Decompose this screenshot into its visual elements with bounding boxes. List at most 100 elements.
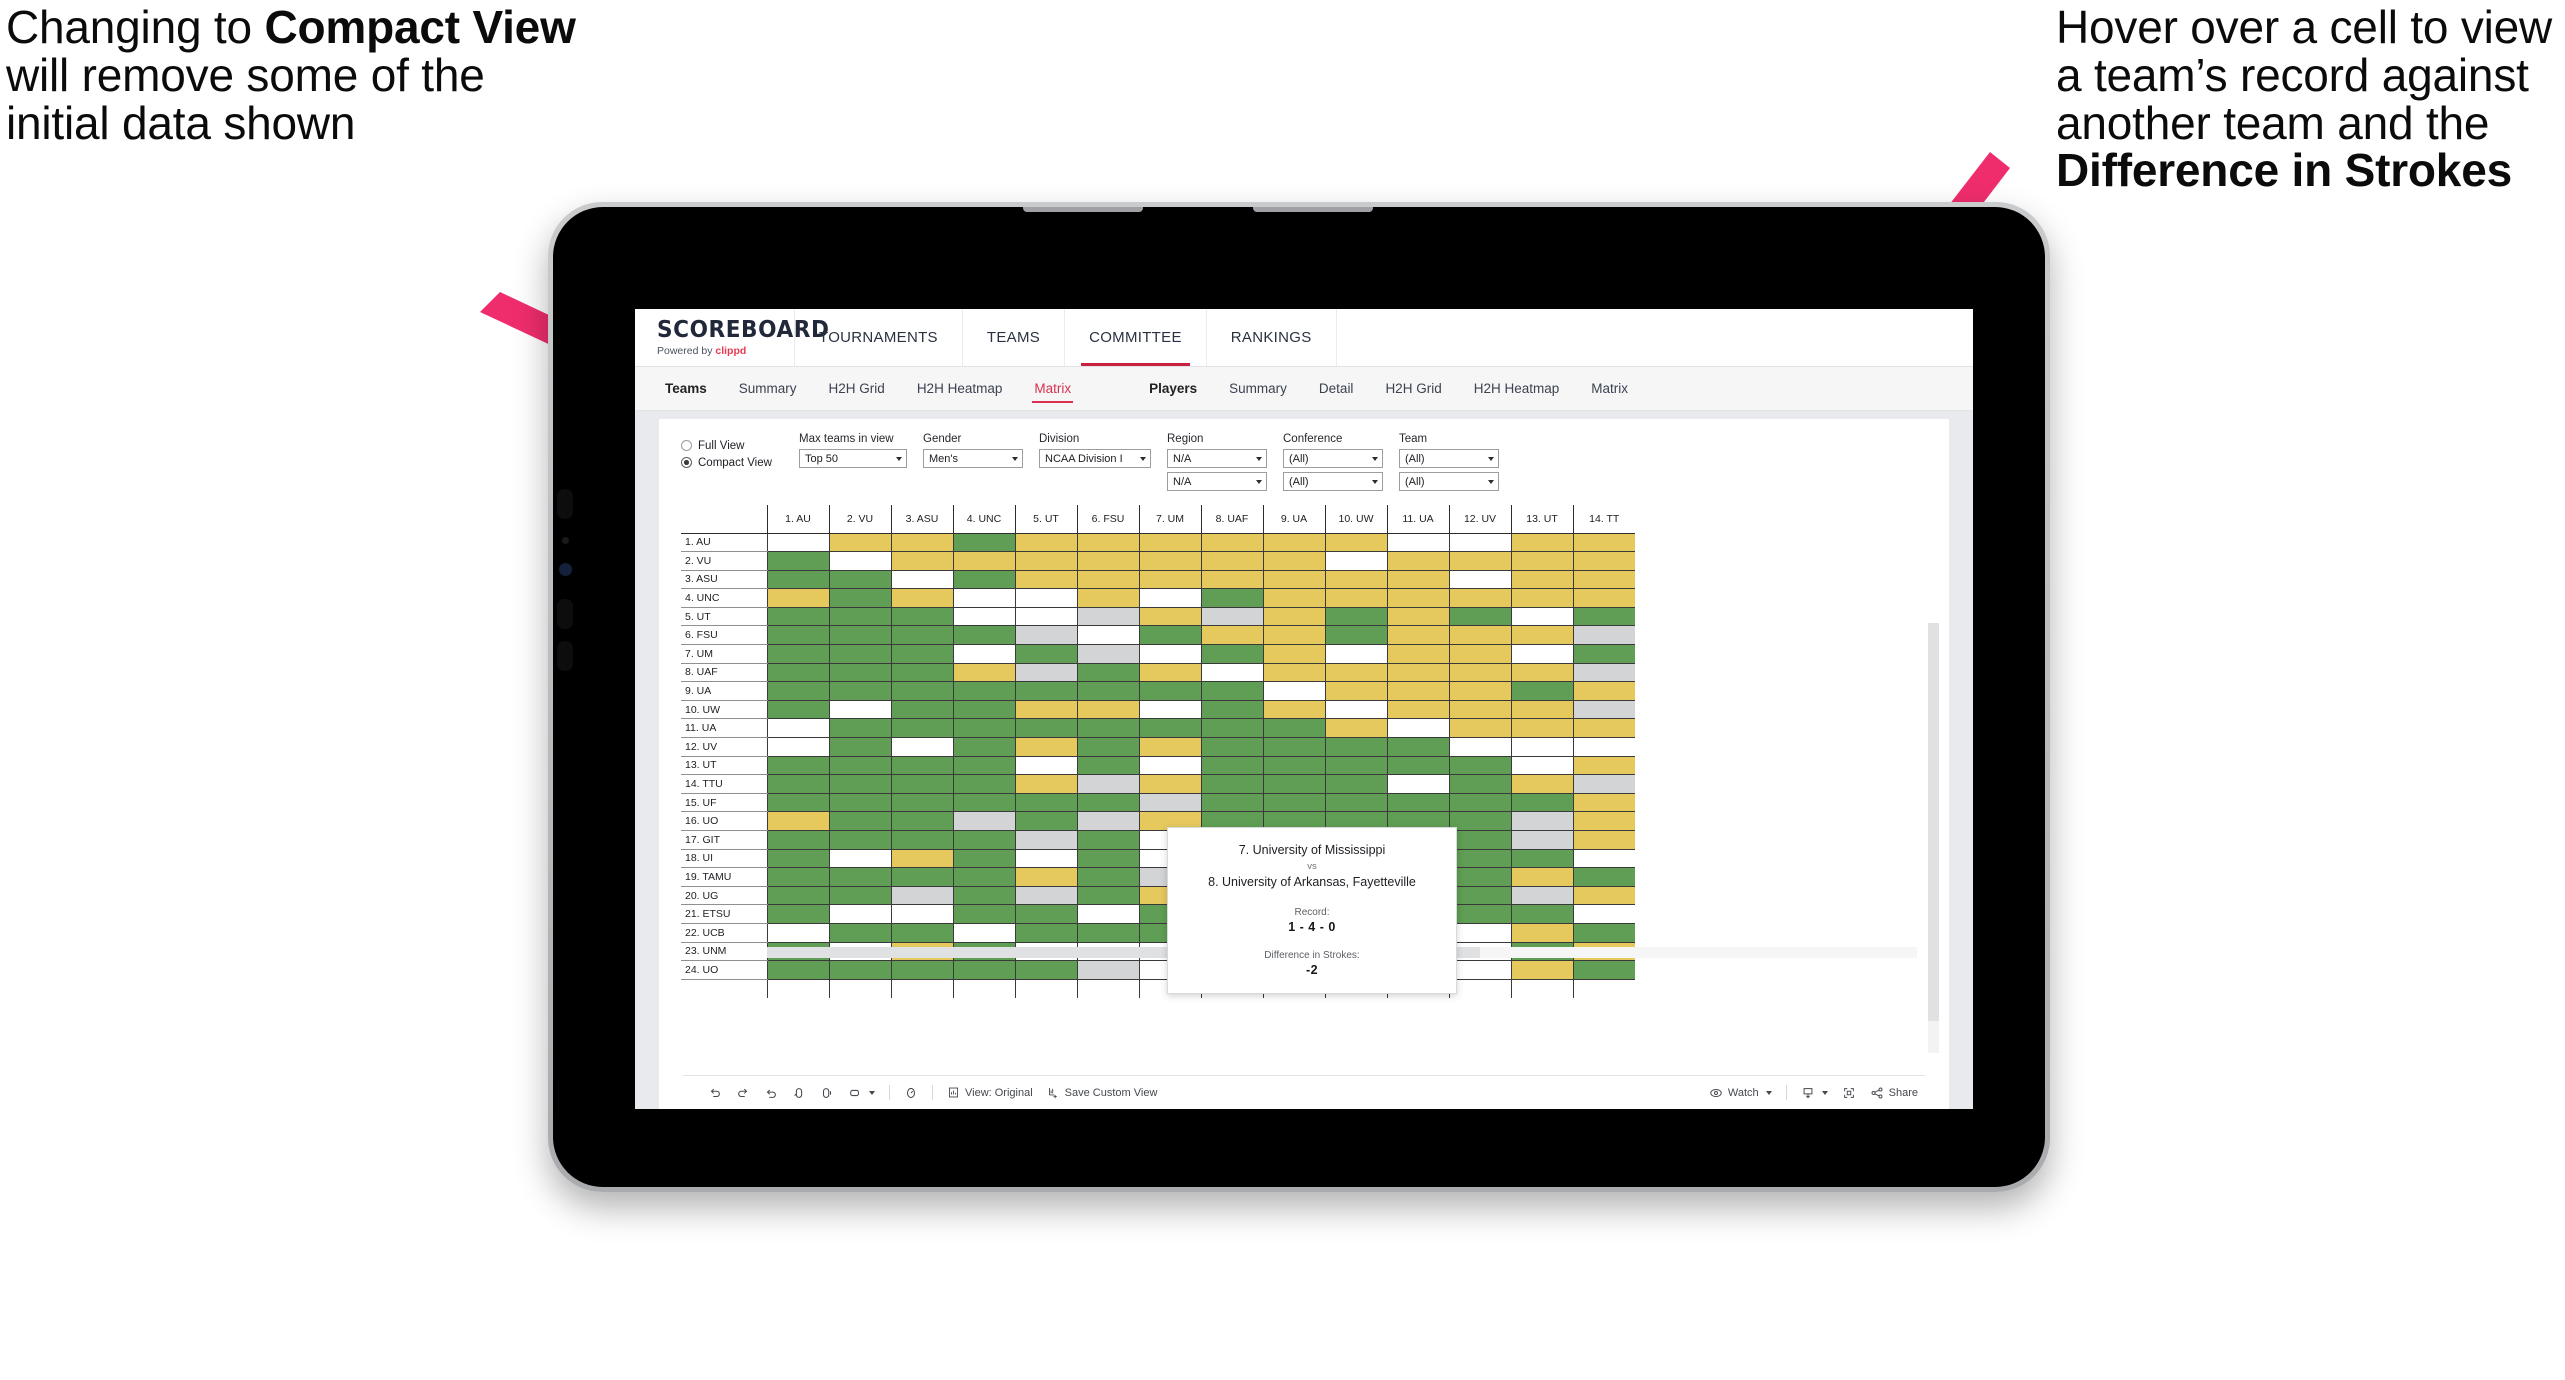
matrix-cell-10-4[interactable] bbox=[1014, 718, 1077, 739]
matrix-cell-20-2[interactable] bbox=[890, 904, 953, 924]
matrix-cell-1-4[interactable] bbox=[1014, 551, 1077, 571]
matrix-cell-11-8[interactable] bbox=[1262, 737, 1325, 757]
matrix-cell-20-1[interactable] bbox=[828, 904, 891, 924]
matrix-cell-12-3[interactable] bbox=[952, 756, 1015, 776]
matrix-cell-8-10[interactable] bbox=[1386, 681, 1449, 701]
matrix-cell-2-5[interactable] bbox=[1076, 570, 1139, 590]
matrix-cell-11-5[interactable] bbox=[1076, 737, 1139, 757]
matrix-row-header-11[interactable]: 12. UV bbox=[681, 737, 767, 757]
matrix-cell-21-3[interactable] bbox=[952, 923, 1015, 943]
matrix-cell-0-0[interactable] bbox=[766, 533, 829, 553]
matrix-cell-20-12[interactable] bbox=[1510, 904, 1573, 924]
matrix-cell-12-10[interactable] bbox=[1386, 756, 1449, 776]
matrix-col-header-13[interactable]: 14. TT bbox=[1572, 505, 1635, 534]
vertical-scrollbar-thumb[interactable] bbox=[1928, 623, 1939, 1021]
matrix-cell-20-0[interactable] bbox=[766, 904, 829, 924]
matrix-cell-20-3[interactable] bbox=[952, 904, 1015, 924]
matrix-row-header-10[interactable]: 11. UA bbox=[681, 718, 767, 739]
matrix-cell-2-6[interactable] bbox=[1138, 570, 1201, 590]
matrix-cell-23-12[interactable] bbox=[1510, 960, 1573, 980]
matrix-cell-11-0[interactable] bbox=[766, 737, 829, 757]
matrix-cell-9-13[interactable] bbox=[1572, 700, 1635, 720]
matrix-cell-10-6[interactable] bbox=[1138, 718, 1201, 739]
matrix-col-header-6[interactable]: 7. UM bbox=[1138, 505, 1201, 534]
matrix-cell-4-6[interactable] bbox=[1138, 607, 1201, 627]
matrix-cell-12-8[interactable] bbox=[1262, 756, 1325, 776]
tab-teams-h2h-heatmap[interactable]: H2H Heatmap bbox=[901, 367, 1019, 411]
matrix-cell-6-6[interactable] bbox=[1138, 644, 1201, 664]
matrix-cell-9-2[interactable] bbox=[890, 700, 953, 720]
matrix-row-header-1[interactable]: 2. VU bbox=[681, 551, 767, 571]
fullscreen-button[interactable] bbox=[1835, 1076, 1863, 1110]
matrix-cell-5-6[interactable] bbox=[1138, 625, 1201, 646]
matrix-cell-0-5[interactable] bbox=[1076, 533, 1139, 553]
filter-division-select[interactable]: NCAA Division I bbox=[1039, 449, 1151, 468]
matrix-col-header-10[interactable]: 11. UA bbox=[1386, 505, 1449, 534]
matrix-cell-13-7[interactable] bbox=[1200, 774, 1263, 794]
nav-rankings[interactable]: RANKINGS bbox=[1207, 309, 1337, 366]
matrix-cell-21-1[interactable] bbox=[828, 923, 891, 943]
matrix-row-header-5[interactable]: 6. FSU bbox=[681, 625, 767, 646]
matrix-cell-11-12[interactable] bbox=[1510, 737, 1573, 757]
matrix-cell-1-9[interactable] bbox=[1324, 551, 1387, 571]
matrix-cell-0-3[interactable] bbox=[952, 533, 1015, 553]
matrix-cell-13-4[interactable] bbox=[1014, 774, 1077, 794]
matrix-cell-14-3[interactable] bbox=[952, 793, 1015, 813]
matrix-row-header-8[interactable]: 9. UA bbox=[681, 681, 767, 701]
matrix-cell-9-9[interactable] bbox=[1324, 700, 1387, 720]
matrix-cell-19-1[interactable] bbox=[828, 886, 891, 906]
matrix-cell-12-7[interactable] bbox=[1200, 756, 1263, 776]
matrix-row-header-6[interactable]: 7. UM bbox=[681, 644, 767, 664]
matrix-col-header-8[interactable]: 9. UA bbox=[1262, 505, 1325, 534]
matrix-cell-10-11[interactable] bbox=[1448, 718, 1511, 739]
matrix-cell-11-1[interactable] bbox=[828, 737, 891, 757]
matrix-cell-6-0[interactable] bbox=[766, 644, 829, 664]
matrix-cell-16-0[interactable] bbox=[766, 830, 829, 850]
matrix-cell-12-1[interactable] bbox=[828, 756, 891, 776]
matrix-row-header-3[interactable]: 4. UNC bbox=[681, 588, 767, 608]
matrix-cell-6-11[interactable] bbox=[1448, 644, 1511, 664]
matrix-cell-6-5[interactable] bbox=[1076, 644, 1139, 664]
matrix-cell-3-0[interactable] bbox=[766, 588, 829, 608]
matrix-cell-7-10[interactable] bbox=[1386, 663, 1449, 683]
matrix-cell-4-7[interactable] bbox=[1200, 607, 1263, 627]
matrix-cell-2-9[interactable] bbox=[1324, 570, 1387, 590]
matrix-row-header-12[interactable]: 13. UT bbox=[681, 756, 767, 776]
matrix-cell-7-5[interactable] bbox=[1076, 663, 1139, 683]
matrix-cell-11-3[interactable] bbox=[952, 737, 1015, 757]
matrix-cell-10-2[interactable] bbox=[890, 718, 953, 739]
matrix-cell-3-7[interactable] bbox=[1200, 588, 1263, 608]
matrix-cell-3-9[interactable] bbox=[1324, 588, 1387, 608]
matrix-cell-5-1[interactable] bbox=[828, 625, 891, 646]
matrix-cell-14-5[interactable] bbox=[1076, 793, 1139, 813]
matrix-cell-19-12[interactable] bbox=[1510, 886, 1573, 906]
matrix-cell-10-9[interactable] bbox=[1324, 718, 1387, 739]
matrix-cell-0-11[interactable] bbox=[1448, 533, 1511, 553]
matrix-cell-18-4[interactable] bbox=[1014, 867, 1077, 887]
matrix-cell-4-13[interactable] bbox=[1572, 607, 1635, 627]
matrix-cell-11-9[interactable] bbox=[1324, 737, 1387, 757]
matrix-cell-17-4[interactable] bbox=[1014, 849, 1077, 869]
matrix-cell-5-11[interactable] bbox=[1448, 625, 1511, 646]
matrix-cell-5-13[interactable] bbox=[1572, 625, 1635, 646]
pause-button[interactable] bbox=[813, 1076, 841, 1110]
filter-conference-select-2[interactable]: (All) bbox=[1283, 472, 1383, 491]
matrix-cell-16-5[interactable] bbox=[1076, 830, 1139, 850]
matrix-cell-6-4[interactable] bbox=[1014, 644, 1077, 664]
download-button[interactable] bbox=[1794, 1076, 1835, 1110]
matrix-cell-3-4[interactable] bbox=[1014, 588, 1077, 608]
matrix-cell-19-0[interactable] bbox=[766, 886, 829, 906]
matrix-cell-4-5[interactable] bbox=[1076, 607, 1139, 627]
matrix-cell-3-5[interactable] bbox=[1076, 588, 1139, 608]
matrix-cell-13-11[interactable] bbox=[1448, 774, 1511, 794]
matrix-row-header-4[interactable]: 5. UT bbox=[681, 607, 767, 627]
matrix-cell-2-12[interactable] bbox=[1510, 570, 1573, 590]
matrix-cell-3-12[interactable] bbox=[1510, 588, 1573, 608]
matrix-cell-6-9[interactable] bbox=[1324, 644, 1387, 664]
matrix-cell-8-5[interactable] bbox=[1076, 681, 1139, 701]
matrix-cell-19-13[interactable] bbox=[1572, 886, 1635, 906]
matrix-cell-2-0[interactable] bbox=[766, 570, 829, 590]
matrix-col-header-12[interactable]: 13. UT bbox=[1510, 505, 1573, 534]
matrix-row-header-2[interactable]: 3. ASU bbox=[681, 570, 767, 590]
matrix-cell-23-13[interactable] bbox=[1572, 960, 1635, 980]
